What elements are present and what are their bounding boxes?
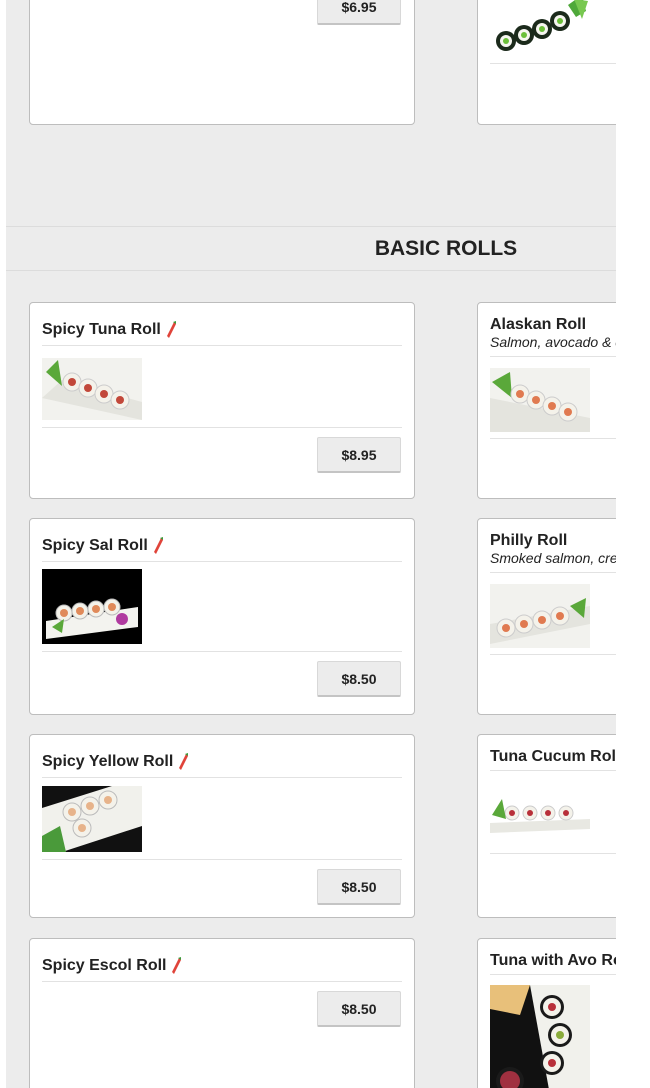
divider	[42, 427, 402, 428]
price-button[interactable]: $6.95	[317, 0, 401, 25]
menu-page: $6.95 BASIC ROLLS Spicy Tuna Roll $8.95 …	[6, 0, 616, 1088]
chili-pepper-icon	[166, 321, 176, 338]
menu-item-card: Philly Roll Smoked salmon, crea	[477, 518, 616, 715]
chili-pepper-icon	[179, 753, 189, 770]
item-description: Salmon, avocado & c	[490, 334, 616, 350]
item-name-text: Spicy Sal Roll	[42, 537, 148, 554]
divider	[490, 853, 616, 854]
price-button[interactable]: $8.50	[317, 661, 401, 697]
divider	[42, 777, 402, 778]
price-button[interactable]: $8.50	[317, 869, 401, 905]
menu-item-card: Spicy Escol Roll $8.50	[29, 938, 415, 1088]
item-name: Spicy Yellow Roll	[42, 753, 189, 771]
menu-item-card: Spicy Yellow Roll $8.50	[29, 734, 415, 918]
item-name: Alaskan Roll	[490, 316, 587, 333]
divider	[490, 438, 616, 439]
menu-item-card: Spicy Sal Roll $8.50	[29, 518, 415, 715]
spicy-tuna-roll-photo	[42, 358, 142, 420]
divider	[490, 356, 616, 357]
item-name: Tuna with Avo Ro	[490, 952, 616, 969]
item-name-text: Spicy Yellow Roll	[42, 753, 174, 770]
divider	[42, 859, 402, 860]
item-name: Spicy Escol Roll	[42, 957, 182, 975]
divider	[490, 63, 616, 64]
alaskan-roll-photo	[490, 368, 590, 432]
spicy-salmon-roll-photo	[42, 569, 142, 644]
divider	[490, 572, 616, 573]
philly-roll-photo	[490, 584, 590, 648]
divider	[42, 561, 402, 562]
divider	[42, 345, 402, 346]
menu-item-card	[477, 0, 616, 125]
tuna-cucumber-roll-photo	[490, 785, 590, 835]
divider	[42, 981, 402, 982]
divider	[42, 651, 402, 652]
section-header: BASIC ROLLS	[6, 226, 616, 271]
section-title: BASIC ROLLS	[374, 237, 518, 260]
price-button[interactable]: $8.95	[317, 437, 401, 473]
item-name-text: Spicy Escol Roll	[42, 957, 167, 974]
divider	[490, 770, 616, 771]
menu-item-card: $6.95	[29, 0, 415, 125]
divider	[490, 974, 616, 975]
item-description: Smoked salmon, crea	[490, 550, 616, 566]
cucumber-roll-photo	[490, 0, 590, 57]
price-button[interactable]: $8.50	[317, 991, 401, 1027]
chili-pepper-icon	[172, 957, 182, 974]
item-name: Philly Roll	[490, 532, 568, 549]
menu-item-card: Alaskan Roll Salmon, avocado & c	[477, 302, 616, 499]
divider	[490, 654, 616, 655]
item-name: Tuna Cucum Roll	[490, 748, 616, 765]
item-name: Spicy Tuna Roll	[42, 321, 177, 339]
spicy-yellowtail-roll-photo	[42, 786, 142, 852]
item-name: Spicy Sal Roll	[42, 537, 164, 555]
menu-item-card: Tuna with Avo Ro	[477, 938, 616, 1088]
item-name-text: Spicy Tuna Roll	[42, 321, 161, 338]
menu-item-card: Spicy Tuna Roll $8.95	[29, 302, 415, 499]
chili-pepper-icon	[153, 537, 163, 554]
menu-item-card: Tuna Cucum Roll	[477, 734, 616, 918]
tuna-avocado-roll-photo	[490, 985, 590, 1088]
